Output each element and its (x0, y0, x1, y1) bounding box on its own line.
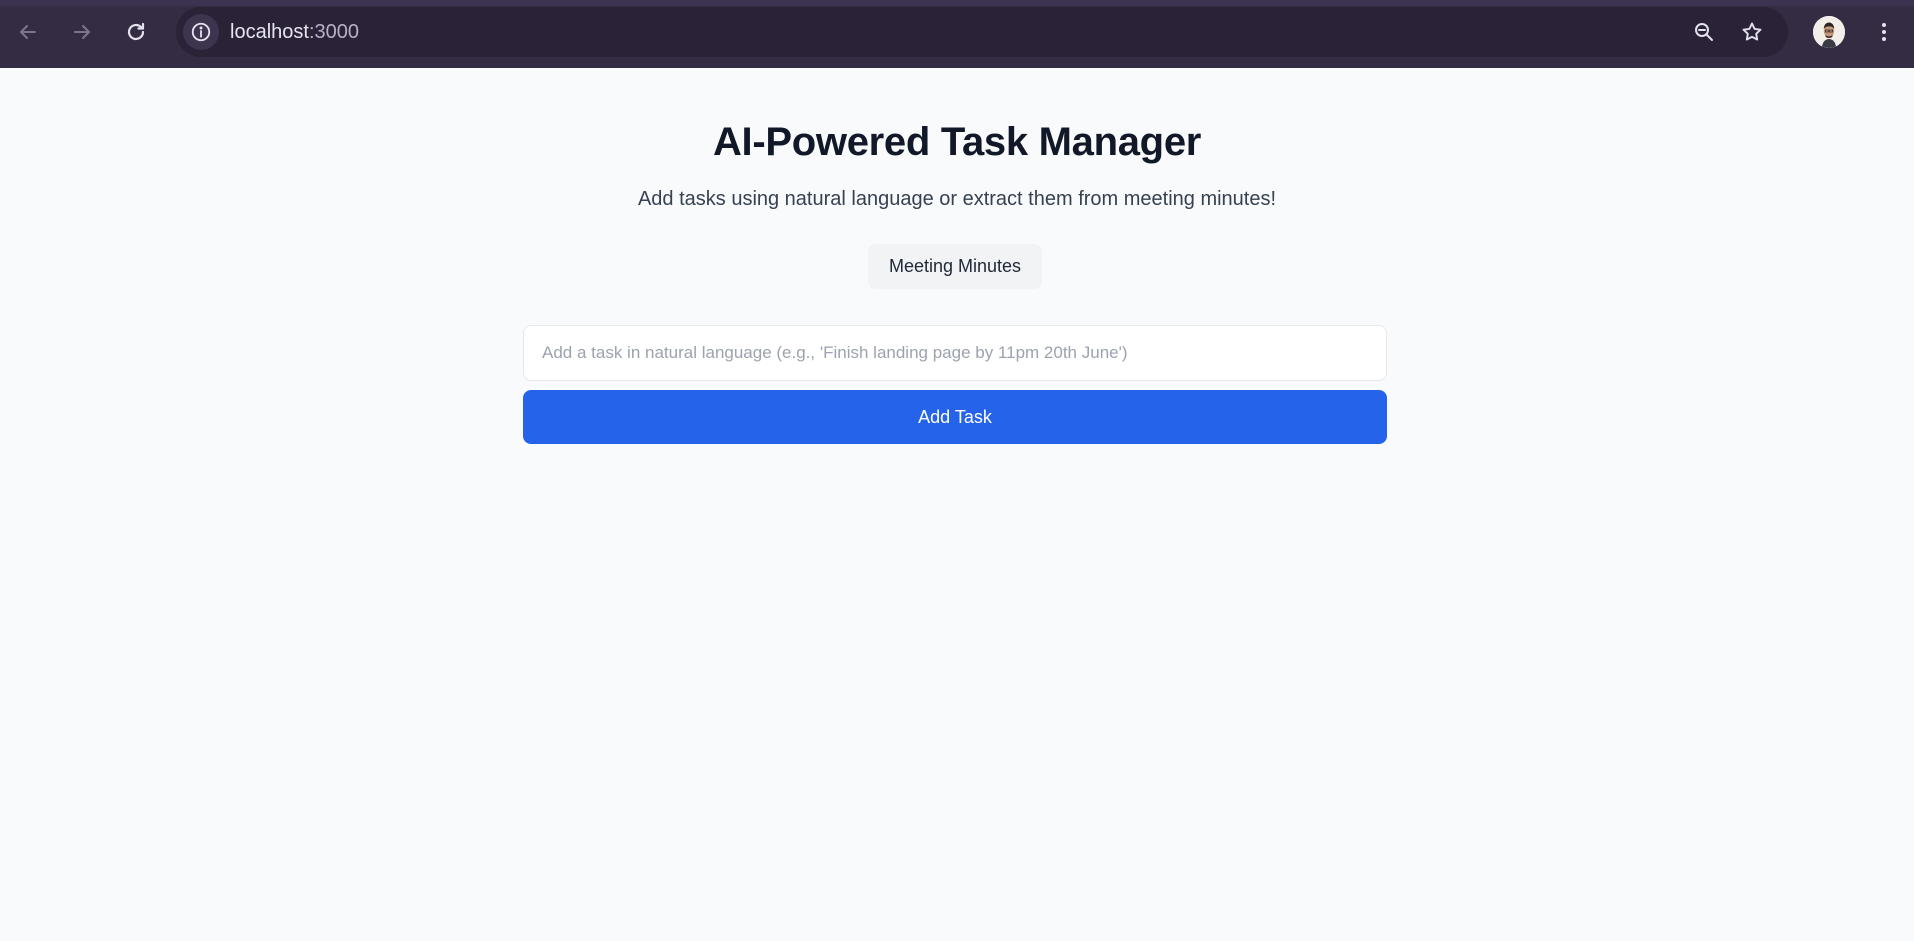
site-info-button[interactable] (183, 14, 219, 50)
forward-arrow-icon (74, 25, 90, 39)
forward-button[interactable] (62, 12, 102, 52)
back-arrow-icon (20, 25, 36, 39)
url-port: :3000 (308, 21, 359, 43)
back-button[interactable] (8, 12, 48, 52)
url-host: localhost (230, 21, 309, 43)
page-subtitle: Add tasks using natural language or extr… (637, 188, 1277, 210)
zoom-out-icon (1695, 23, 1713, 41)
meeting-minutes-button[interactable]: Meeting Minutes (868, 244, 1042, 289)
page-content: AI-Powered Task Manager Add tasks using … (0, 68, 1914, 941)
profile-avatar[interactable] (1813, 16, 1845, 48)
browser-menu-button[interactable] (1866, 14, 1902, 50)
reload-icon (127, 22, 145, 41)
task-input[interactable] (523, 325, 1387, 381)
bookmark-button[interactable] (1738, 18, 1766, 46)
url-text[interactable]: localhost:3000 (230, 7, 359, 57)
browser-toolbar: localhost:3000 (0, 0, 1914, 68)
reload-button[interactable] (116, 12, 156, 52)
address-bar[interactable]: localhost:3000 (176, 7, 1788, 57)
info-icon (191, 22, 211, 42)
profile-avatar-icon (1813, 16, 1845, 48)
star-icon (1742, 22, 1762, 41)
kebab-menu-icon (1882, 23, 1886, 41)
add-task-button[interactable]: Add Task (523, 390, 1387, 444)
tab-strip (0, 0, 1914, 6)
page-title: AI-Powered Task Manager (712, 120, 1202, 164)
zoom-button[interactable] (1690, 18, 1718, 46)
